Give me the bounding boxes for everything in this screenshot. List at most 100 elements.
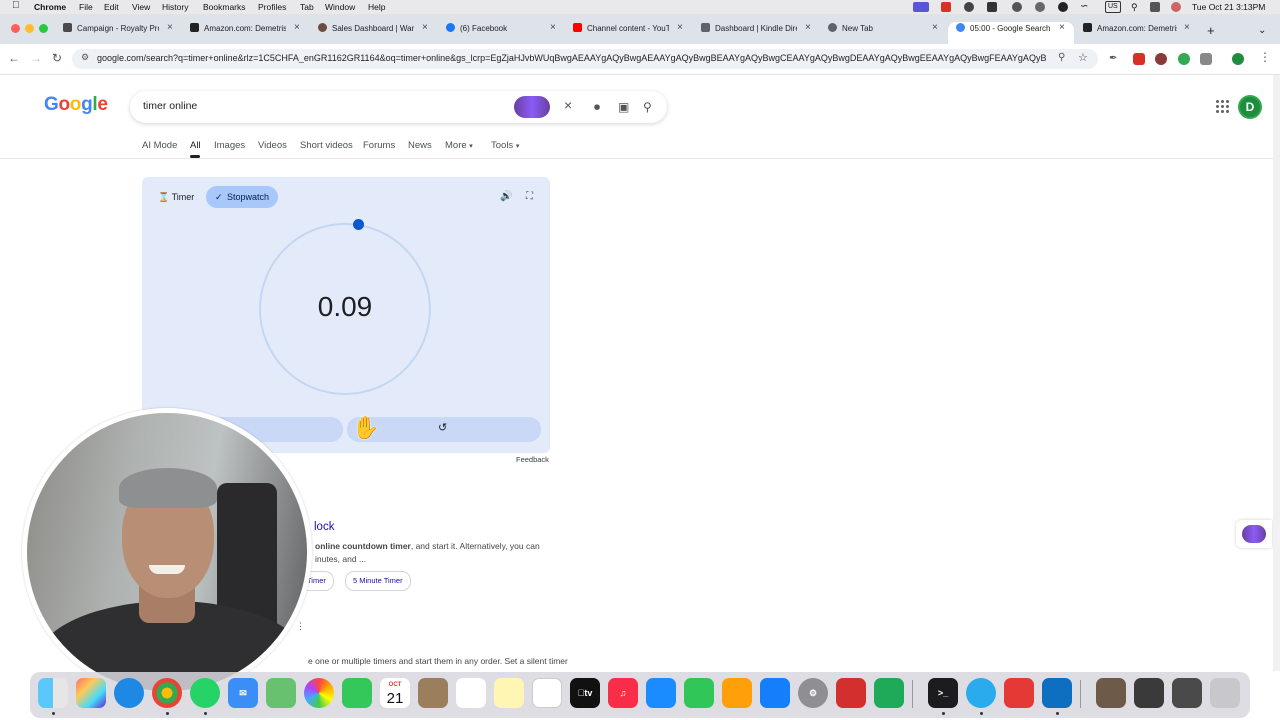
- clear-search-icon[interactable]: ×: [564, 98, 572, 112]
- close-tab-icon[interactable]: ×: [1059, 22, 1065, 33]
- tab-videos[interactable]: Videos: [258, 140, 287, 151]
- search-icon[interactable]: ⚲: [643, 100, 652, 114]
- google-logo[interactable]: Google: [44, 93, 108, 117]
- search-box[interactable]: timer online × ⏺ ▣ ⚲: [130, 91, 667, 123]
- fullscreen-icon[interactable]: ⛶: [526, 191, 533, 202]
- expressvpn-icon[interactable]: [836, 678, 866, 708]
- focus-moon-icon[interactable]: [1058, 2, 1068, 12]
- menu-edit[interactable]: Edit: [104, 1, 119, 13]
- safari-icon[interactable]: [114, 678, 144, 708]
- extensions-puzzle-icon[interactable]: [1200, 53, 1212, 65]
- menubar-clock[interactable]: Tue Oct 21 3:13PM: [1192, 1, 1265, 13]
- trash-icon[interactable]: [1210, 678, 1240, 708]
- reminders-icon[interactable]: [456, 678, 486, 708]
- close-tab-icon[interactable]: ×: [167, 22, 173, 33]
- tab-search-chevron-icon[interactable]: ⌄: [1258, 25, 1266, 36]
- app-store-icon[interactable]: [760, 678, 790, 708]
- folder-stack-icon[interactable]: [1134, 678, 1164, 708]
- sound-volume-icon[interactable]: 🔊: [500, 191, 512, 202]
- finder-icon[interactable]: [38, 678, 68, 708]
- menu-history[interactable]: History: [162, 1, 188, 13]
- apple-menu-icon[interactable]: : [12, 0, 20, 12]
- voice-search-mic-icon[interactable]: ⏺: [594, 100, 600, 114]
- info-icon[interactable]: [1035, 2, 1045, 12]
- extension-icon[interactable]: [1133, 53, 1145, 65]
- chrome-icon[interactable]: [152, 678, 182, 708]
- maps-icon[interactable]: [266, 678, 296, 708]
- input-source-label[interactable]: US: [1105, 1, 1121, 13]
- result-title-link[interactable]: lock: [314, 521, 334, 533]
- tab-ai-mode[interactable]: AI Mode: [142, 140, 177, 151]
- chrome-menu-icon[interactable]: ⋮: [1259, 51, 1271, 63]
- feedback-link[interactable]: Feedback: [516, 455, 549, 464]
- user-avatar-icon[interactable]: [1171, 2, 1181, 12]
- back-arrow-icon[interactable]: ←: [8, 52, 20, 64]
- extension-side-tab[interactable]: [1236, 520, 1272, 548]
- system-settings-icon[interactable]: ⚙: [798, 678, 828, 708]
- related-chip-5-minute-timer[interactable]: 5 Minute Timer: [345, 571, 411, 591]
- menu-tab[interactable]: Tab: [300, 1, 314, 13]
- tab-news[interactable]: News: [408, 140, 432, 151]
- tools-button[interactable]: Tools ▾: [491, 140, 519, 152]
- close-window-button[interactable]: [11, 24, 20, 33]
- extension-pen-icon[interactable]: ✒: [1109, 53, 1121, 65]
- photos-icon[interactable]: [304, 678, 334, 708]
- calendar-icon[interactable]: OCT 21: [380, 678, 410, 708]
- numbers-icon[interactable]: [684, 678, 714, 708]
- zoom-window-button[interactable]: [39, 24, 48, 33]
- screen-record-icon[interactable]: [913, 2, 929, 12]
- profile-avatar[interactable]: [1232, 53, 1244, 65]
- launchpad-icon[interactable]: [76, 678, 106, 708]
- telegram-icon[interactable]: [966, 678, 996, 708]
- timer-mode-chip[interactable]: ⌛ Timer: [152, 187, 202, 208]
- folder-stack-icon[interactable]: [1172, 678, 1202, 708]
- contacts-icon[interactable]: [418, 678, 448, 708]
- bookmark-star-icon[interactable]: ☆: [1078, 51, 1088, 64]
- close-tab-icon[interactable]: ×: [294, 22, 300, 33]
- whatsapp-icon[interactable]: [190, 678, 220, 708]
- tab-images[interactable]: Images: [214, 140, 245, 151]
- vscode-icon[interactable]: [1042, 678, 1072, 708]
- address-bar[interactable]: ⚙ google.com/search?q=timer+online&rlz=1…: [72, 49, 1098, 69]
- menu-file[interactable]: File: [79, 1, 93, 13]
- music-icon[interactable]: ♫: [608, 678, 638, 708]
- search-query-text[interactable]: timer online: [143, 100, 197, 112]
- terminal-icon[interactable]: >_: [928, 678, 958, 708]
- close-tab-icon[interactable]: ×: [677, 22, 683, 33]
- forward-arrow-icon[interactable]: →: [30, 52, 42, 64]
- apple-tv-icon[interactable]: tv: [570, 678, 600, 708]
- keynote-icon[interactable]: [646, 678, 676, 708]
- spreadsheet-app-icon[interactable]: [874, 678, 904, 708]
- tab-forums[interactable]: Forums: [363, 140, 395, 151]
- menu-profiles[interactable]: Profiles: [258, 1, 286, 13]
- app-menu-chrome[interactable]: Chrome: [34, 1, 66, 13]
- freeform-icon[interactable]: [532, 678, 562, 708]
- tab-short-videos[interactable]: Short videos: [300, 140, 353, 151]
- pages-icon[interactable]: [722, 678, 752, 708]
- menu-window[interactable]: Window: [325, 1, 355, 13]
- site-info-icon[interactable]: ⚙: [81, 52, 89, 63]
- spotlight-search-icon[interactable]: ⚲: [1131, 1, 1138, 13]
- notes-icon[interactable]: [494, 678, 524, 708]
- reload-icon[interactable]: ↻: [52, 52, 62, 64]
- tab-more[interactable]: More ▾: [445, 140, 473, 152]
- google-lens-icon[interactable]: ▣: [618, 100, 629, 114]
- close-tab-icon[interactable]: ×: [1184, 22, 1190, 33]
- google-apps-grid-icon[interactable]: [1216, 100, 1230, 114]
- extension-wings-icon[interactable]: [514, 96, 550, 118]
- menu-view[interactable]: View: [132, 1, 150, 13]
- tab-all[interactable]: All: [190, 140, 201, 151]
- screen-recorder-icon[interactable]: [1004, 678, 1034, 708]
- camera-icon[interactable]: [987, 2, 997, 12]
- mail-icon[interactable]: ✉: [228, 678, 258, 708]
- close-tab-icon[interactable]: ×: [550, 22, 556, 33]
- status-app-icon[interactable]: [1012, 2, 1022, 12]
- extension-icon[interactable]: [1178, 53, 1190, 65]
- new-tab-plus-icon[interactable]: +: [1207, 24, 1215, 38]
- facetime-icon[interactable]: [342, 678, 372, 708]
- menu-bookmarks[interactable]: Bookmarks: [203, 1, 246, 13]
- close-tab-icon[interactable]: ×: [932, 22, 938, 33]
- page-scrollbar[interactable]: [1273, 75, 1280, 671]
- stopwatch-mode-chip[interactable]: ✓ Stopwatch: [206, 186, 278, 208]
- google-account-avatar[interactable]: D: [1238, 95, 1262, 119]
